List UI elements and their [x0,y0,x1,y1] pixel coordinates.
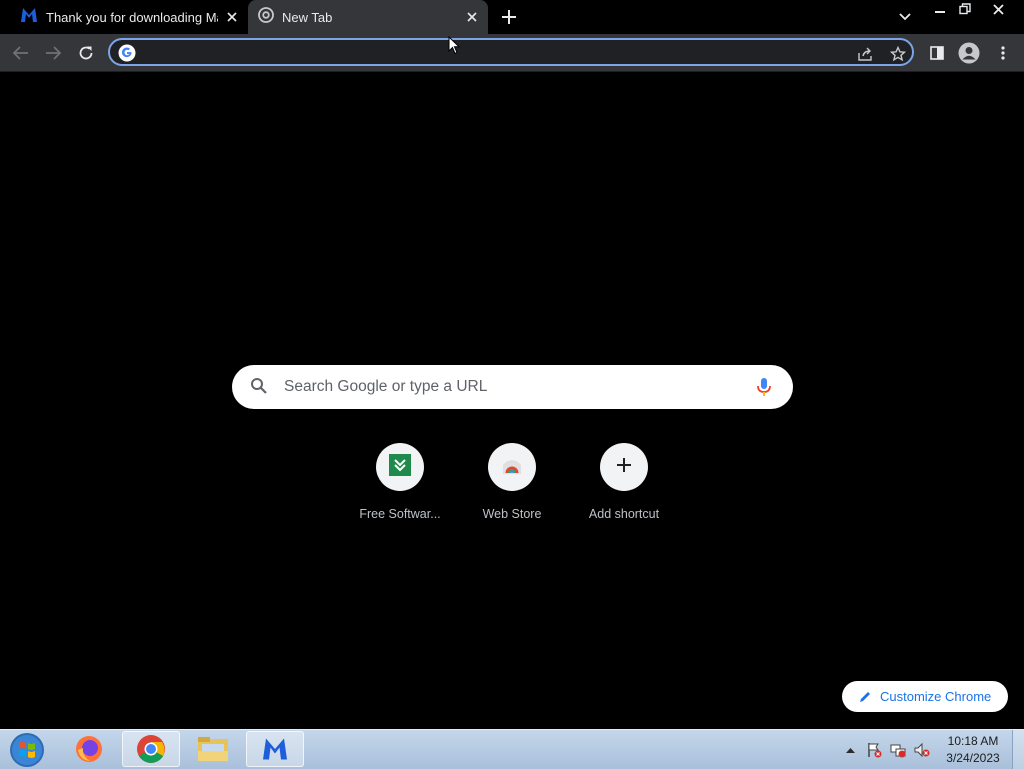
close-icon[interactable] [464,9,480,25]
tab-malwarebytes[interactable]: Thank you for downloading Malw [10,0,248,34]
clock-time: 10:18 AM [947,734,999,748]
customize-chrome-button[interactable]: Customize Chrome [842,681,1008,712]
volume-muted-icon[interactable] [912,730,932,769]
shortcut-label: Web Store [482,507,542,521]
forward-button[interactable] [40,40,66,66]
new-tab-button[interactable] [498,6,520,28]
side-panel-icon[interactable] [924,40,950,66]
pencil-icon [858,690,872,704]
chrome-icon [137,735,165,763]
restore-button[interactable] [954,0,976,18]
plus-icon [616,457,632,478]
close-window-button[interactable] [984,0,1012,18]
start-button[interactable] [4,730,50,769]
shortcut-label: Free Softwar... [359,507,441,521]
search-input[interactable] [284,376,724,398]
share-icon[interactable] [856,44,876,64]
folder-icon [198,737,228,761]
customize-label: Customize Chrome [880,689,992,704]
action-center-flag-icon[interactable] [864,730,884,769]
clock-date: 3/24/2023 [946,751,1000,765]
close-icon[interactable] [224,9,240,25]
taskbar-clock[interactable]: 10:18 AM 3/24/2023 [940,733,1006,767]
shortcut-tile [376,443,424,491]
taskbar-chrome[interactable] [122,731,180,767]
shortcut-web-store[interactable]: Web Store [456,443,568,533]
profile-avatar-icon[interactable] [956,40,982,66]
chrome-icon [258,6,274,28]
mouse-cursor-icon [448,35,461,60]
back-button[interactable] [8,40,34,66]
malwarebytes-icon [263,738,287,760]
tab-search-chevron-down-icon[interactable] [895,8,915,26]
taskbar-file-explorer[interactable] [184,731,242,767]
shortcut-tile [488,443,536,491]
google-g-icon [118,44,136,62]
menu-kebab-icon[interactable] [990,40,1016,66]
firefox-icon [76,736,102,762]
tab-new-tab[interactable]: New Tab [248,0,488,34]
browser-toolbar [0,34,1024,72]
malwarebytes-icon [20,7,38,28]
search-icon [250,377,270,397]
shortcut-tile [600,443,648,491]
address-bar-input[interactable] [142,43,842,63]
bookmark-star-icon[interactable] [888,44,908,64]
network-icon[interactable] [888,730,908,769]
microphone-icon[interactable] [753,376,775,398]
show-hidden-icons-chevron-up-icon[interactable] [843,730,857,769]
tab-title: Thank you for downloading Malw [46,9,218,25]
ntp-search-box[interactable] [232,365,793,409]
omnibox[interactable] [108,38,914,66]
tab-title: New Tab [282,9,333,25]
add-shortcut-button[interactable]: Add shortcut [568,443,680,533]
taskbar-firefox[interactable] [60,731,118,767]
web-store-icon [501,454,523,481]
tab-strip: Thank you for downloading Malw New Tab [0,0,1024,34]
shortcut-free-software[interactable]: Free Softwar... [344,443,456,533]
windows-taskbar: 10:18 AM 3/24/2023 [0,729,1024,769]
show-desktop-button[interactable] [1012,730,1024,769]
download-icon [389,453,411,481]
shortcut-label: Add shortcut [588,507,660,521]
taskbar-malwarebytes[interactable] [246,731,304,767]
reload-button[interactable] [73,40,99,66]
minimize-button[interactable] [928,0,952,18]
